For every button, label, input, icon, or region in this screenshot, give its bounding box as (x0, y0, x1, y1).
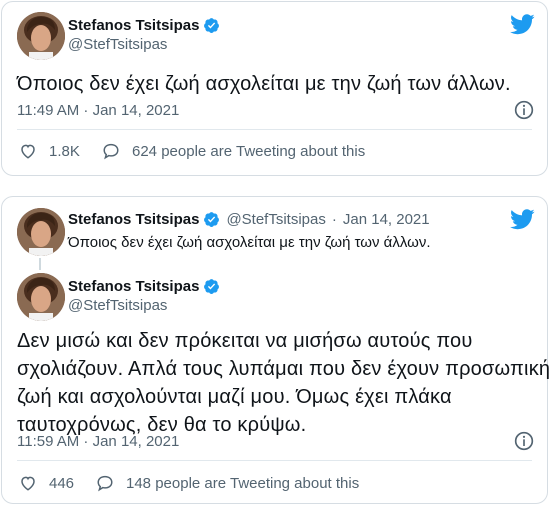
verified-badge-icon (204, 18, 220, 33)
tweet-text-line: ζωή και ασχολούνται μαζί μου. Όμως έχει … (17, 386, 452, 408)
timestamp[interactable]: 11:49 AM · Jan 14, 2021 (17, 102, 179, 119)
twitter-bird-icon[interactable] (510, 209, 535, 230)
info-icon[interactable] (514, 100, 534, 120)
like-button[interactable]: 1.8K (19, 142, 80, 160)
handle[interactable]: @StefTsitsipas (68, 36, 167, 53)
like-button[interactable]: 446 (19, 474, 74, 492)
display-name[interactable]: Stefanos Tsitsipas (68, 17, 220, 34)
parent-display-name[interactable]: Stefanos Tsitsipas (68, 211, 199, 228)
thread-connector (39, 258, 41, 270)
tweeting-about-text: 624 people are Tweeting about this (132, 142, 366, 160)
parent-date[interactable]: Jan 14, 2021 (343, 211, 430, 228)
tweet-text: Όποιος δεν έχει ζωή ασχολείται με την ζω… (17, 73, 511, 95)
tweeting-about-link[interactable]: 148 people are Tweeting about this (96, 474, 359, 492)
avatar[interactable] (17, 273, 65, 321)
divider (17, 460, 532, 461)
display-name-text[interactable]: Stefanos Tsitsipas (68, 278, 199, 295)
display-name[interactable]: Stefanos Tsitsipas (68, 278, 220, 295)
tweeting-about-text: 148 people are Tweeting about this (126, 474, 360, 492)
handle[interactable]: @StefTsitsipas (68, 297, 167, 314)
divider (17, 129, 532, 130)
tweet-card-2[interactable]: Stefanos Tsitsipas @StefTsitsipas · Jan … (1, 196, 550, 504)
parent-avatar[interactable] (17, 208, 65, 256)
parent-handle[interactable]: @StefTsitsipas (226, 211, 325, 228)
separator-dot: · (331, 211, 337, 228)
verified-badge-icon (204, 279, 220, 294)
like-count: 1.8K (49, 142, 80, 160)
tweet-card-1[interactable]: Stefanos Tsitsipas @StefTsitsipas Όποιος… (1, 1, 548, 176)
avatar-photo-icon (17, 273, 65, 321)
reply-bubble-icon (97, 475, 113, 492)
tweet-text-line: Δεν μισώ και δεν πρόκειται να μισήσω αυτ… (17, 330, 473, 352)
display-name-text[interactable]: Stefanos Tsitsipas (68, 17, 199, 34)
avatar-photo-icon (17, 12, 65, 60)
verified-badge-icon (204, 212, 220, 227)
timestamp[interactable]: 11:59 AM · Jan 14, 2021 (17, 433, 179, 450)
parent-header[interactable]: Stefanos Tsitsipas @StefTsitsipas · Jan … (68, 211, 430, 228)
tweet-text-line: σχολιάζουν. Απλά τους λυπάμαι που δεν έχ… (17, 358, 551, 380)
avatar-photo-icon (17, 208, 65, 256)
parent-tweet-text: Όποιος δεν έχει ζωή ασχολείται με την ζω… (68, 234, 431, 251)
info-icon[interactable] (514, 431, 534, 451)
avatar[interactable] (17, 12, 65, 60)
tweeting-about-link[interactable]: 624 people are Tweeting about this (102, 142, 365, 160)
reply-bubble-icon (103, 143, 119, 160)
heart-icon (21, 476, 35, 491)
tweet-text: Δεν μισώ και δεν πρόκειται να μισήσω αυτ… (17, 327, 550, 439)
twitter-bird-icon[interactable] (510, 14, 535, 35)
like-count: 446 (49, 474, 75, 492)
heart-icon (21, 144, 35, 159)
